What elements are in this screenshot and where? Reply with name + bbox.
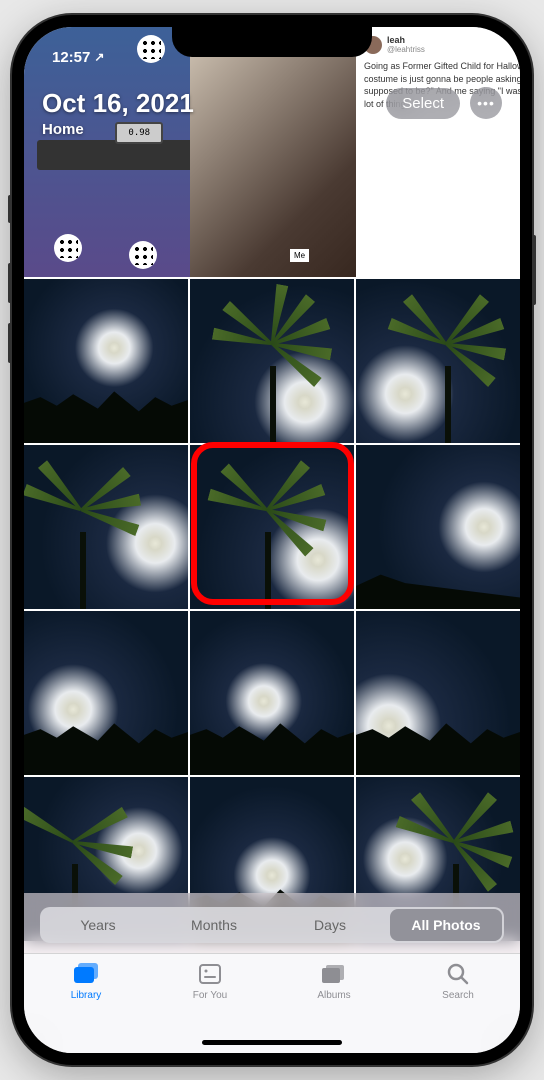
- tab-search[interactable]: Search: [396, 962, 520, 1053]
- header: Oct 16, 2021 Select ••• Home: [24, 75, 520, 146]
- photo-thumbnail[interactable]: [356, 445, 520, 609]
- select-button[interactable]: Select: [386, 88, 460, 119]
- wifi-icon: [442, 48, 460, 66]
- photo-thumbnail[interactable]: [356, 611, 520, 775]
- side-button-right: [532, 235, 536, 305]
- photo-thumbnail[interactable]: [190, 611, 354, 775]
- ellipsis-icon: •••: [477, 95, 495, 111]
- home-indicator[interactable]: [202, 1040, 342, 1045]
- screen: 12:57 ↗ Oct 16, 2021 Select •••: [24, 27, 520, 1053]
- photo-thumbnail[interactable]: [356, 279, 520, 443]
- search-icon: [444, 962, 472, 986]
- notch: [172, 27, 372, 57]
- tab-bar: Library For You Albums Search: [24, 953, 520, 1053]
- date-title: Oct 16, 2021: [42, 88, 194, 119]
- location-label: Home: [42, 121, 502, 138]
- tab-library[interactable]: Library: [24, 962, 148, 1053]
- view-segment-control: Years Months Days All Photos: [40, 907, 504, 943]
- library-icon: [72, 962, 100, 986]
- side-buttons-left: [8, 195, 12, 383]
- photo-thumbnail[interactable]: [190, 279, 354, 443]
- photo-thumbnail[interactable]: [190, 445, 354, 609]
- segment-years[interactable]: Years: [42, 909, 154, 941]
- photo-thumbnail[interactable]: [24, 279, 188, 443]
- location-arrow-icon: ↗: [94, 50, 104, 64]
- photo-grid: 0.98 People who call instead of text Me …: [24, 27, 520, 941]
- photo-thumbnail[interactable]: [24, 611, 188, 775]
- foryou-icon: [196, 962, 224, 986]
- segment-months[interactable]: Months: [158, 909, 270, 941]
- albums-icon: [320, 962, 348, 986]
- segment-days[interactable]: Days: [274, 909, 386, 941]
- segment-all-photos[interactable]: All Photos: [390, 909, 502, 941]
- phone-frame: 12:57 ↗ Oct 16, 2021 Select •••: [12, 15, 532, 1065]
- photo-thumbnail[interactable]: [24, 445, 188, 609]
- battery-icon: [466, 49, 492, 66]
- status-time: 12:57: [52, 49, 90, 66]
- more-button[interactable]: •••: [470, 87, 502, 119]
